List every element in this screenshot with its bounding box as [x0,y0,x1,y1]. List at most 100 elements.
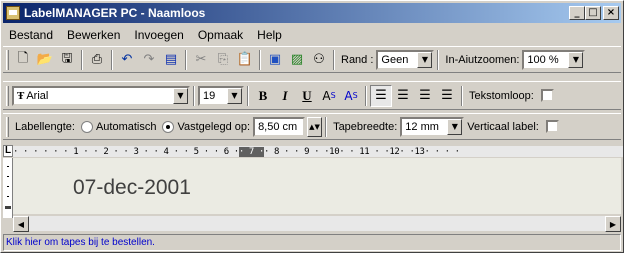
print-icon[interactable]: ⎙ [86,49,108,71]
zoom-label: In-Aiutzoomen: [445,53,520,66]
menu-bestand[interactable]: Bestand [7,27,55,43]
font-size-select[interactable]: 19 ▼ [198,85,244,106]
ruler-tick [7,196,9,197]
align-center-icon[interactable]: ☰ [392,85,414,107]
scroll-right-icon[interactable]: ▶ [605,216,621,232]
insert-image-icon[interactable]: ▨ [286,49,308,71]
menu-bar: Bestand Bewerken Invoegen Opmaak Help [3,25,621,44]
subscript-button[interactable]: AS [340,85,362,107]
font-value: Arial [26,89,49,102]
rand-label: Rand : [341,53,374,66]
chevron-down-icon[interactable]: ▼ [568,51,584,68]
tape-width-label: Tapebreedte: [333,120,398,133]
superscript-button[interactable]: AS [318,85,340,107]
bold-button[interactable]: B [252,85,274,107]
horizontal-scrollbar[interactable]: ◀ ▶ [13,215,621,232]
new-file-icon[interactable]: 🗋 [12,49,34,71]
zoom-select[interactable]: 100 % ▼ [522,49,586,70]
horizontal-ruler: · · · · · · 1 · · 2 · · 3 · · 4 · · 5 · … [13,146,623,157]
cut-icon[interactable]: ✂ [190,49,212,71]
zoom-value: 100 % [527,53,559,66]
subscript-base: A [344,88,353,103]
open-folder-icon[interactable]: 📂 [34,49,56,71]
separator [247,85,249,106]
status-bar[interactable]: Klik hier om tapes bij te bestellen. [3,234,621,251]
ruler-tick [7,166,9,167]
window-title: LabelMANAGER PC - Naamloos [24,6,206,20]
align-right-icon[interactable]: ☰ [414,85,436,107]
separator [193,85,195,106]
length-value: 8,50 cm [258,120,298,133]
copy-icon[interactable]: ⎘ [212,49,234,71]
label-canvas[interactable]: 07-dec-2001 [13,158,621,214]
separator [437,49,440,70]
separator [461,85,463,106]
superscript-base: A [322,88,331,103]
separator [111,49,113,70]
menu-invoegen[interactable]: Invoegen [132,27,185,43]
chevron-down-icon[interactable]: ▼ [173,87,188,104]
truetype-icon: Ŧ [17,89,25,102]
tape-width-select[interactable]: 12 mm ▼ [400,116,465,137]
separator [333,49,335,70]
underline-button[interactable]: U [296,85,318,107]
insert-symbol-icon[interactable]: ⚇ [308,49,330,71]
separator [185,49,187,70]
ruler-tick [7,186,9,187]
menu-opmaak[interactable]: Opmaak [196,27,245,43]
ruler-right: · 8 · · 9 · ·10· · 11 · ·12· ·13· · · · [263,146,460,157]
undo-icon[interactable]: ↶ [116,49,138,71]
format-toolbar: Ŧ Arial ▼ 19 ▼ B I U AS AS ☰ ☰ ☰ ☰ Tekst… [3,81,621,110]
app-window: LabelMANAGER PC - Naamloos _ □ × Bestand… [0,0,624,253]
tab-stop-corner[interactable]: L [3,145,13,157]
wrap-checkbox[interactable] [540,89,554,102]
ruler-tick [5,206,11,209]
redo-icon[interactable]: ↷ [138,49,160,71]
separator [81,49,83,70]
paste-icon[interactable]: 📋 [234,49,256,71]
toolbar-grip [6,116,9,137]
status-text[interactable]: Klik hier om tapes bij te bestellen. [6,237,155,248]
label-length-label: Labellengte: [15,120,75,133]
wrap-label: Tekstomloop: [469,89,534,102]
maximize-button[interactable]: □ [585,6,601,20]
fixed-radio[interactable] [162,120,175,133]
vertical-checkbox[interactable] [545,120,559,133]
fixed-label: Vastgelegd op: [177,120,251,133]
minimize-button[interactable]: _ [569,6,585,20]
vertical-ruler [3,158,13,218]
font-select[interactable]: Ŧ Arial ▼ [12,85,190,106]
format-painter-icon[interactable]: ▤ [160,49,182,71]
toolbar-grip [6,85,9,106]
chevron-down-icon[interactable]: ▼ [447,118,463,135]
chevron-down-icon[interactable]: ▼ [417,51,433,68]
auto-radio[interactable] [80,120,93,133]
length-input[interactable]: 8,50 cm [253,116,306,137]
align-justify-icon[interactable]: ☰ [436,85,458,107]
ruler-marker[interactable]: · 7 · [238,146,264,157]
rand-select[interactable]: Geen ▼ [376,49,435,70]
insert-text-icon[interactable]: ▣ [264,49,286,71]
chevron-down-icon[interactable]: ▼ [227,87,242,104]
subscript-mark: S [352,91,358,100]
length-spinner[interactable]: ▲▼ [307,116,323,137]
toolbar-grip [6,49,9,70]
label-toolbar: Labellengte: Automatisch Vastgelegd op: … [3,113,621,140]
app-icon [6,6,20,20]
title-bar: LabelMANAGER PC - Naamloos _ □ × [3,3,621,23]
superscript-mark: S [330,91,336,100]
font-size-value: 19 [203,89,216,102]
label-text[interactable]: 07-dec-2001 [73,176,191,200]
separator [365,85,367,106]
scroll-left-icon[interactable]: ◀ [13,216,29,232]
close-button[interactable]: × [603,6,619,20]
standard-toolbar: 🗋 📂 🖫 ⎙ ↶ ↷ ▤ ✂ ⎘ 📋 ▣ ▨ ⚇ Rand : Geen ▼ … [3,46,621,73]
save-icon[interactable]: 🖫 [56,49,78,71]
vertical-label: Verticaal label: [467,120,539,133]
auto-label: Automatisch [95,120,157,133]
italic-button[interactable]: I [274,85,296,107]
menu-help[interactable]: Help [255,27,284,43]
align-left-icon[interactable]: ☰ [370,84,392,107]
separator [325,116,328,137]
menu-bewerken[interactable]: Bewerken [65,27,122,43]
